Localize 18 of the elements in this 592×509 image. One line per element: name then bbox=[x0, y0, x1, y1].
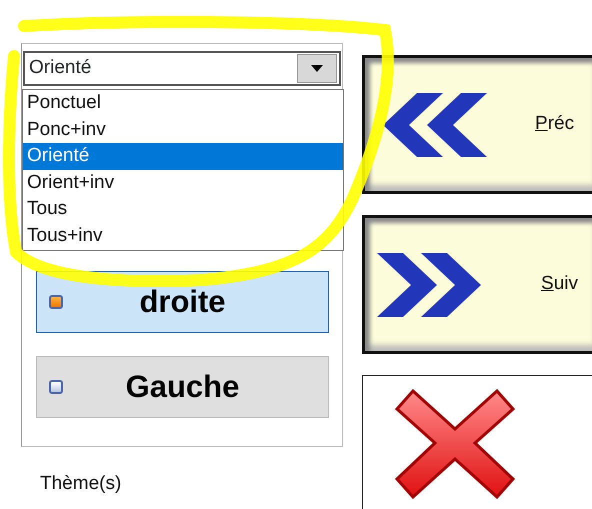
caret-down-icon bbox=[311, 65, 323, 72]
dropdown-option[interactable]: Ponctuel bbox=[23, 90, 343, 117]
next-button[interactable]: Suiv bbox=[362, 215, 592, 354]
indicator-icon bbox=[49, 380, 63, 394]
direction-toggle[interactable]: Gauche bbox=[36, 356, 329, 418]
dropdown-option[interactable]: Orient+inv bbox=[23, 170, 343, 196]
dropdown-option[interactable]: Tous+inv bbox=[23, 222, 343, 250]
dropdown-option[interactable]: Ponc+inv bbox=[23, 116, 343, 144]
theme-label: Thème(s) bbox=[40, 472, 122, 496]
previous-button[interactable]: Préc bbox=[362, 55, 592, 194]
dropdown-arrow-button[interactable] bbox=[297, 54, 337, 83]
dropdown-option[interactable]: Tous bbox=[23, 196, 343, 223]
mode-dropdown[interactable]: Orienté bbox=[23, 51, 341, 86]
double-chevron-left-icon bbox=[383, 92, 487, 156]
indicator-icon bbox=[49, 295, 63, 309]
cancel-button[interactable] bbox=[362, 375, 592, 509]
double-chevron-right-icon bbox=[377, 252, 481, 316]
dropdown-option[interactable]: Orienté bbox=[23, 143, 343, 170]
